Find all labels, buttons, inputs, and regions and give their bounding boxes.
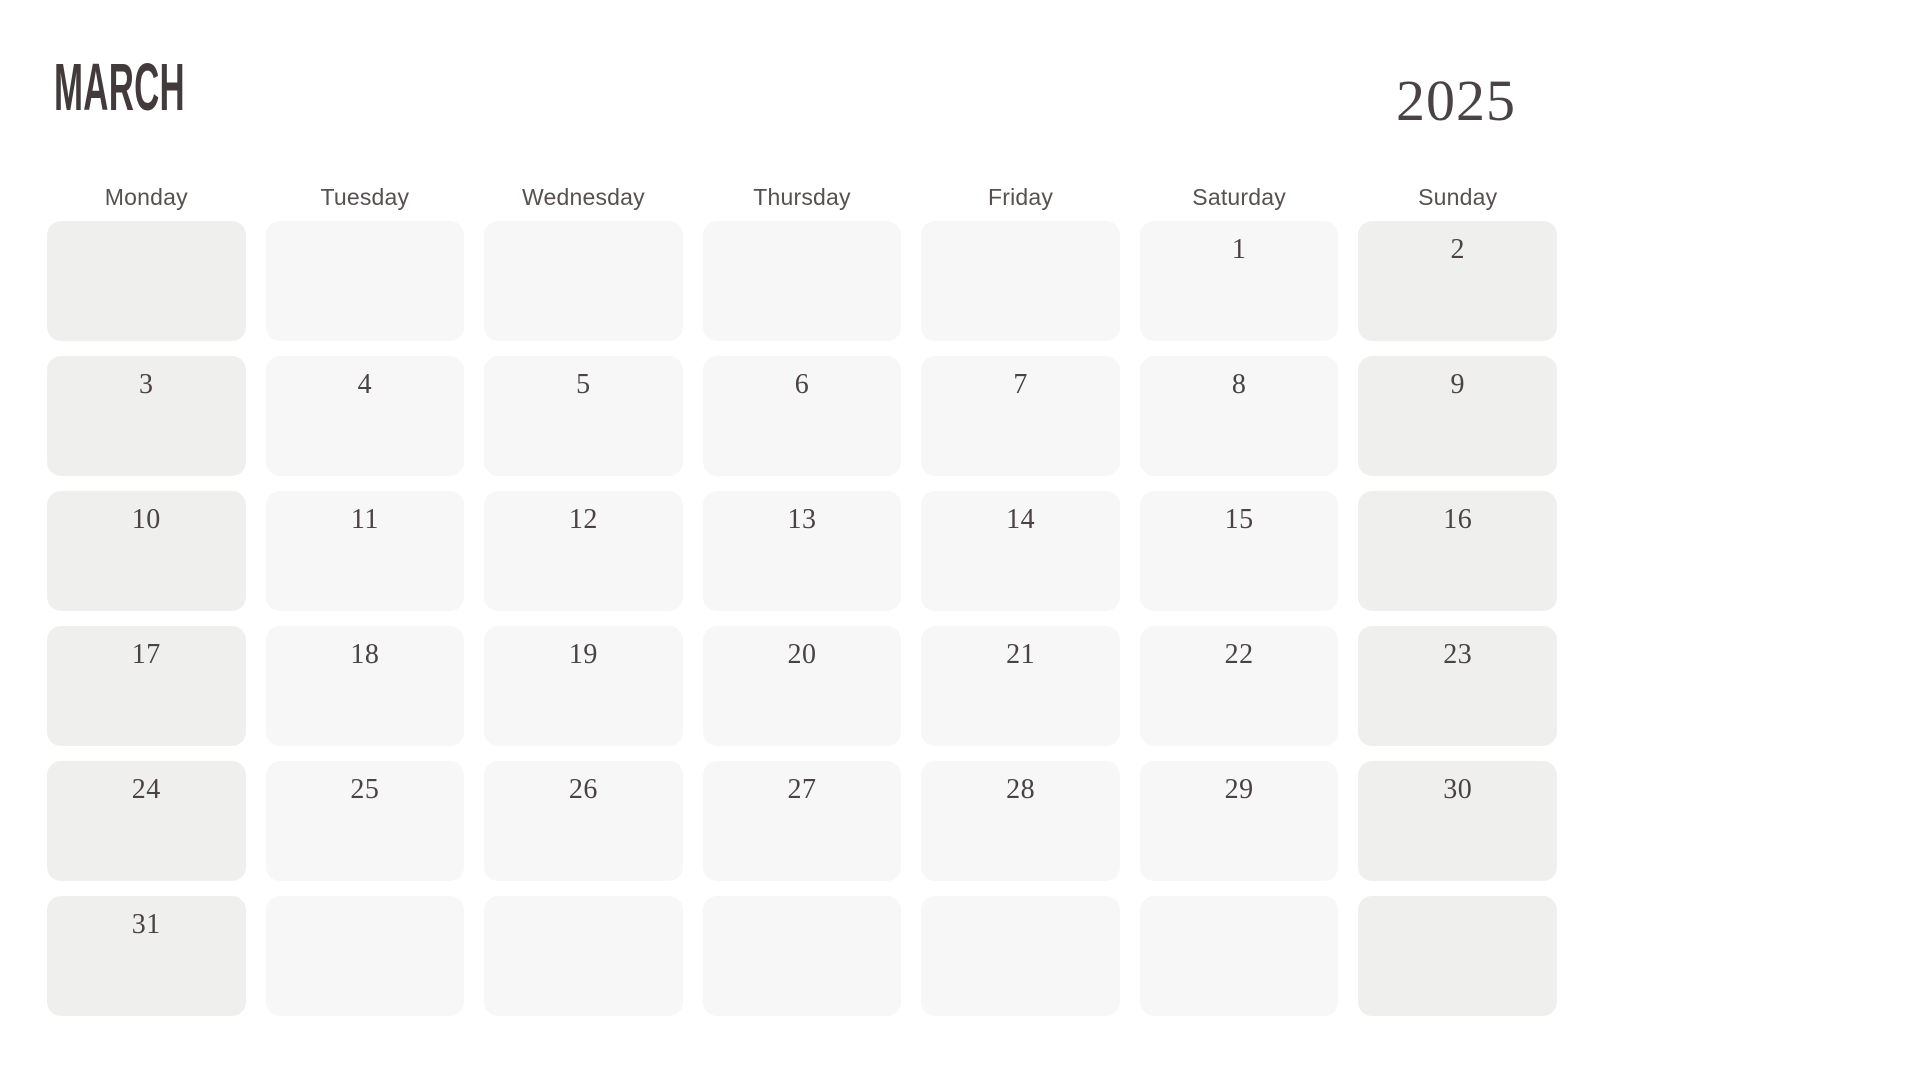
day-cell-empty[interactable]	[47, 221, 246, 341]
calendar-week-row: 12	[47, 221, 1557, 341]
day-cell[interactable]: 21	[921, 626, 1120, 746]
day-cell[interactable]: 17	[47, 626, 246, 746]
day-cell[interactable]: 13	[702, 491, 902, 611]
weekday-header-friday: Friday	[988, 184, 1054, 210]
day-number: 15	[1224, 504, 1254, 535]
day-cell[interactable]: 12	[484, 491, 683, 611]
day-number: 1	[1231, 234, 1247, 265]
calendar-week-row: 3 4 5 6 7 8 9	[47, 356, 1557, 476]
weekday-header-row: Monday Tuesday Wednesday Thursday Friday Satu…	[47, 182, 1557, 212]
day-cell[interactable]: 20	[702, 626, 902, 746]
day-cell[interactable]: 23	[1358, 626, 1557, 746]
day-number: 27	[787, 774, 817, 805]
day-number: 17	[131, 639, 161, 670]
weekday-header-tuesday: Tuesday	[320, 184, 410, 210]
day-cell[interactable]: 7	[921, 356, 1120, 476]
weekday-header-monday: Monday	[104, 184, 188, 210]
day-cell[interactable]: 29	[1139, 761, 1339, 881]
day-cell[interactable]: 15	[1139, 491, 1339, 611]
day-number: 19	[568, 639, 598, 670]
calendar-week-row: 10 11 12 13 14 15 16	[47, 491, 1557, 611]
day-number: 29	[1224, 774, 1254, 805]
day-cell[interactable]: 1	[1139, 221, 1339, 341]
day-number: 20	[787, 639, 817, 670]
day-cell[interactable]: 6	[702, 356, 902, 476]
day-number: 14	[1006, 504, 1036, 535]
day-cell-empty[interactable]	[921, 221, 1120, 341]
weekday-header-sunday: Sunday	[1418, 184, 1498, 210]
day-number: 30	[1443, 774, 1473, 805]
day-number: 10	[131, 504, 161, 535]
day-number: 31	[131, 909, 161, 940]
day-cell[interactable]: 4	[265, 356, 465, 476]
day-cell[interactable]: 30	[1358, 761, 1557, 881]
weekday-header-saturday: Saturday	[1192, 184, 1286, 210]
day-cell[interactable]: 31	[47, 896, 246, 1016]
day-cell-empty[interactable]	[265, 896, 465, 1016]
calendar-grid: Monday Tuesday Wednesday Thursday Friday Satu…	[47, 182, 1557, 1016]
day-number: 11	[350, 504, 379, 535]
day-number: 2	[1450, 234, 1465, 265]
day-cell-empty[interactable]	[921, 896, 1120, 1016]
day-cell[interactable]: 3	[47, 356, 246, 476]
day-cell-empty[interactable]	[702, 896, 902, 1016]
calendar-header: March 2025	[0, 0, 1920, 178]
day-number: 6	[794, 369, 810, 400]
day-number: 7	[1013, 369, 1028, 400]
day-number: 24	[131, 774, 161, 805]
day-cell[interactable]: 2	[1358, 221, 1557, 341]
day-number: 12	[568, 504, 598, 535]
day-number: 3	[139, 369, 154, 400]
year-label: 2025	[1396, 68, 1516, 133]
weekday-header-wednesday: Wednesday	[522, 184, 645, 210]
day-number: 5	[576, 369, 591, 400]
day-cell-empty[interactable]	[702, 221, 902, 341]
day-cell[interactable]: 24	[47, 761, 246, 881]
day-cell[interactable]: 18	[265, 626, 465, 746]
day-cell[interactable]: 9	[1358, 356, 1557, 476]
day-cell-empty[interactable]	[265, 221, 465, 341]
day-cell[interactable]: 28	[921, 761, 1120, 881]
calendar-weeks: 1 2 3 4 5 6 7 8 9 10 11 12 13 14 15 16 17 18 19 20 21 22 23 24 2…	[47, 221, 1557, 1016]
calendar-week-row: 31	[47, 896, 1557, 1016]
day-cell[interactable]: 5	[484, 356, 683, 476]
day-number: 18	[350, 639, 380, 670]
day-number: 28	[1006, 774, 1036, 805]
month-title: March	[54, 24, 185, 131]
day-number: 26	[568, 774, 598, 805]
day-cell[interactable]: 11	[265, 491, 465, 611]
day-number: 8	[1231, 369, 1247, 400]
day-cell[interactable]: 19	[484, 626, 683, 746]
day-number: 22	[1224, 639, 1254, 670]
day-cell-empty[interactable]	[484, 221, 683, 341]
day-number: 4	[357, 369, 373, 400]
weekday-header-thursday: Thursday	[753, 184, 851, 210]
day-cell[interactable]: 16	[1358, 491, 1557, 611]
day-cell[interactable]: 27	[702, 761, 902, 881]
day-cell-empty[interactable]	[1139, 896, 1339, 1016]
day-number: 13	[787, 504, 817, 535]
day-cell[interactable]: 26	[484, 761, 683, 881]
day-number: 23	[1443, 639, 1473, 670]
day-cell-empty[interactable]	[484, 896, 683, 1016]
day-number: 16	[1443, 504, 1473, 535]
day-number: 21	[1006, 639, 1036, 670]
day-cell[interactable]: 8	[1139, 356, 1339, 476]
day-cell[interactable]: 22	[1139, 626, 1339, 746]
day-cell[interactable]: 14	[921, 491, 1120, 611]
day-number: 9	[1450, 369, 1465, 400]
calendar-week-row: 17 18 19 20 21 22 23	[47, 626, 1557, 746]
day-cell-empty[interactable]	[1358, 896, 1557, 1016]
day-cell[interactable]: 25	[265, 761, 465, 881]
day-number: 25	[350, 774, 380, 805]
calendar-week-row: 24 25 26 27 28 29 30	[47, 761, 1557, 881]
day-cell[interactable]: 10	[47, 491, 246, 611]
